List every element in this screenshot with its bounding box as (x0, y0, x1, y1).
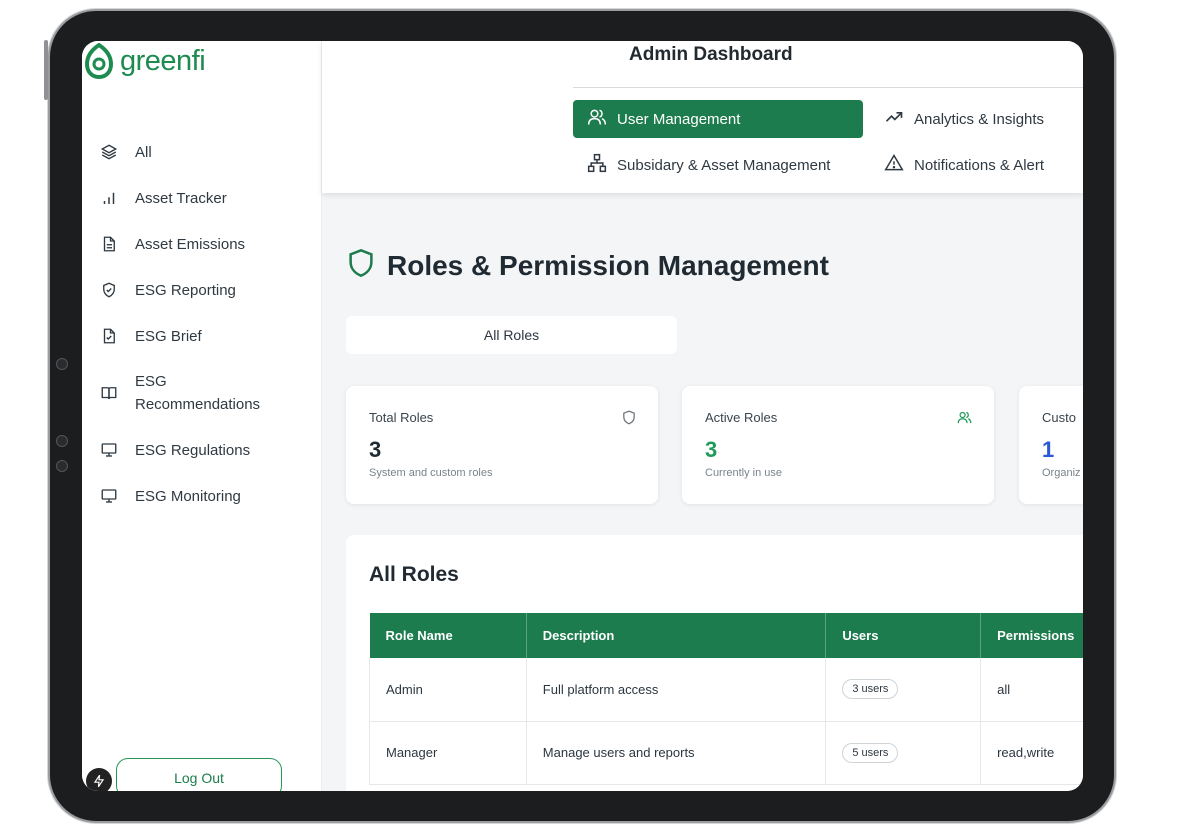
column-header-permissions[interactable]: Permissions (980, 613, 1083, 658)
cell-description: Full platform access (526, 658, 827, 722)
bar-chart-icon (98, 189, 135, 207)
tab-all-roles[interactable]: All Roles (346, 316, 677, 354)
sidebar-item-label: Asset Tracker (135, 189, 227, 207)
header-title: Admin Dashboard (629, 44, 793, 65)
sidebar-nav: All Asset Tracker Asset Emissions ESG Re… (98, 129, 308, 519)
alert-triangle-icon (884, 153, 904, 177)
sidebar-item-all[interactable]: All (98, 129, 308, 175)
table-row[interactable]: Manager Manage users and reports 5 users… (369, 721, 1083, 785)
header-divider (573, 87, 1083, 88)
table-row[interactable]: Admin Full platform access 3 users all (369, 658, 1083, 722)
trending-up-icon (884, 107, 904, 131)
roles-table-panel: All Roles Role Name Description Users Pe… (346, 535, 1083, 791)
column-header-description[interactable]: Description (526, 613, 827, 658)
users-count-badge: 5 users (842, 742, 899, 763)
sidebar-item-label: ESG Reporting (135, 281, 236, 299)
sidebar-item-esg-brief[interactable]: ESG Brief (98, 313, 308, 359)
page-title-text: Roles & Permission Management (387, 249, 829, 281)
tab-label: Analytics & Insights (914, 110, 1045, 128)
leaf-logo-icon (84, 43, 114, 79)
tab-user-management[interactable]: User Management (573, 100, 863, 138)
top-header: Admin Dashboard User Management Analytic… (322, 41, 1083, 193)
device-sensor (56, 435, 68, 447)
sidebar-item-label: ESG Brief (135, 327, 202, 345)
screen: greenfi All Asset Tracker Asset Emission… (82, 41, 1083, 791)
file-check-icon (98, 327, 135, 345)
book-open-icon (98, 384, 135, 402)
stat-subtext: Organiz (1042, 467, 1081, 479)
tab-analytics-insights[interactable]: Analytics & Insights (870, 100, 1044, 138)
tab-label: Subsidary & Asset Management (617, 156, 831, 174)
monitor-icon (98, 441, 135, 459)
brand-name: greenfi (120, 45, 206, 77)
stat-label: Active Roles (705, 410, 778, 425)
sidebar-item-esg-monitoring[interactable]: ESG Monitoring (98, 473, 308, 519)
stat-value: 1 (1042, 437, 1055, 462)
users-icon (957, 410, 972, 430)
stat-label: Total Roles (369, 410, 434, 425)
cell-users: 5 users (825, 721, 982, 785)
document-icon (98, 235, 135, 253)
stat-subtext: System and custom roles (369, 467, 493, 479)
device-sensor (56, 460, 68, 472)
cell-role-name: Admin (369, 658, 527, 722)
sidebar-item-esg-reporting[interactable]: ESG Reporting (98, 267, 308, 313)
users-count-badge: 3 users (842, 679, 899, 700)
sidebar-item-asset-emissions[interactable]: Asset Emissions (98, 221, 308, 267)
column-header-users[interactable]: Users (825, 613, 982, 658)
shield-check-icon (98, 281, 135, 299)
cell-role-name: Manager (369, 721, 527, 785)
tab-notifications-alert[interactable]: Notifications & Alert (870, 146, 1044, 184)
sidebar: greenfi All Asset Tracker Asset Emission… (82, 41, 322, 791)
org-chart-icon (587, 153, 607, 177)
sidebar-item-label: ESG Monitoring (135, 487, 241, 505)
sidebar-item-label: Asset Emissions (135, 235, 246, 253)
shield-icon (347, 248, 375, 283)
tab-label: Notifications & Alert (914, 156, 1045, 174)
sidebar-item-esg-regulations[interactable]: ESG Regulations (98, 427, 308, 473)
main-content: Roles & Permission Management All Roles … (322, 193, 1083, 791)
logout-button[interactable]: Log Out (116, 758, 282, 791)
sidebar-item-label: All (135, 143, 152, 161)
table-header-row: Role Name Description Users Permissions (369, 613, 1083, 658)
stat-value: 3 (705, 437, 718, 462)
monitor-icon (98, 487, 135, 505)
cell-description: Manage users and reports (526, 721, 827, 785)
sidebar-item-label: ESG Regulations (135, 441, 251, 459)
cell-permissions: read,write (980, 721, 1083, 785)
stat-value: 3 (369, 437, 382, 462)
users-icon (587, 107, 607, 131)
page-title: Roles & Permission Management (347, 248, 829, 283)
stat-label: Custo (1042, 410, 1076, 425)
stat-card-total-roles: Total Roles 3 System and custom roles (346, 386, 658, 504)
sidebar-item-asset-tracker[interactable]: Asset Tracker (98, 175, 308, 221)
device-sensor (56, 358, 68, 370)
shield-icon (622, 410, 636, 430)
column-header-role-name[interactable]: Role Name (369, 613, 527, 658)
cell-users: 3 users (825, 658, 982, 722)
bolt-icon[interactable] (86, 768, 112, 791)
tab-subsidiary-asset-management[interactable]: Subsidary & Asset Management (573, 146, 830, 184)
cell-permissions: all (980, 658, 1083, 722)
stat-subtext: Currently in use (705, 467, 783, 479)
device-volume-button (44, 40, 48, 100)
tab-label: User Management (617, 110, 741, 128)
sidebar-item-label: ESG Recommendations (135, 373, 261, 413)
sidebar-item-esg-recommendations[interactable]: ESG Recommendations (98, 359, 308, 427)
stat-card-custom-roles: Custo 1 Organiz (1019, 386, 1083, 504)
table-title: All Roles (369, 563, 459, 586)
layers-icon (98, 143, 135, 161)
roles-table: Role Name Description Users Permissions … (369, 613, 1083, 785)
stat-card-active-roles: Active Roles 3 Currently in use (682, 386, 994, 504)
